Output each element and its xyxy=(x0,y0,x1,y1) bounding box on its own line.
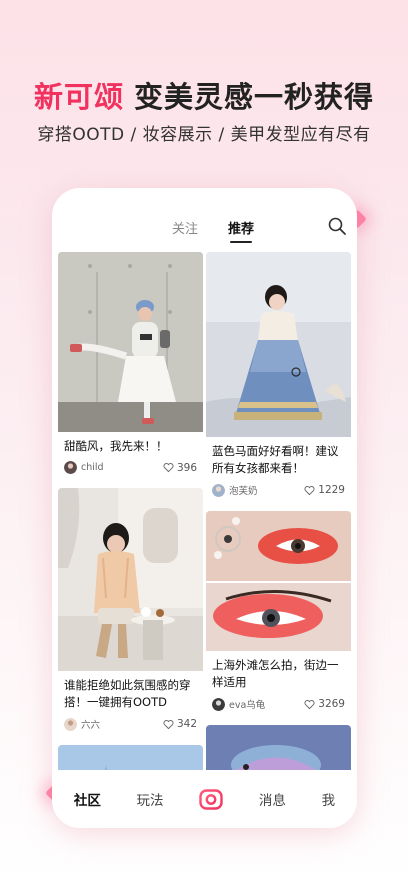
post-image xyxy=(58,745,203,770)
avatar xyxy=(64,461,77,474)
bottom-tab-bar: 社区 玩法 消息 我 xyxy=(52,770,357,828)
post-title: 谁能拒绝如此氛围感的穿搭！一键拥有OOTD xyxy=(64,678,191,709)
author-name[interactable]: 泡芙奶 xyxy=(229,483,304,497)
camera-icon[interactable] xyxy=(199,787,223,811)
brand-name: 新可颂 xyxy=(33,80,124,114)
feed-card[interactable]: 甜酷风，我先来！！ child 396 xyxy=(58,252,203,482)
author-name[interactable]: child xyxy=(81,462,163,473)
like-button[interactable]: 342 xyxy=(163,718,197,730)
like-count: 396 xyxy=(176,461,197,474)
tab-community[interactable]: 社区 xyxy=(74,789,101,809)
post-image xyxy=(206,511,351,651)
heart-icon xyxy=(163,719,174,729)
heart-icon xyxy=(304,485,315,495)
like-count: 342 xyxy=(176,718,197,730)
like-button[interactable]: 1229 xyxy=(304,484,345,496)
phone-mockup: 关注 推荐 甜酷风，我先来！！ child 396 谁能拒绝如此氛围感的穿搭！一… xyxy=(52,188,357,828)
feed-card[interactable] xyxy=(206,725,351,770)
like-button[interactable]: 396 xyxy=(163,462,197,474)
search-icon[interactable] xyxy=(327,216,347,236)
feed-card[interactable] xyxy=(58,745,203,770)
feed-card[interactable]: 上海外滩怎么拍，街边一样适用 eva乌龟 3269 xyxy=(206,511,351,719)
heart-icon xyxy=(163,463,174,473)
author-name[interactable]: eva乌龟 xyxy=(229,697,304,711)
tab-recommended[interactable]: 推荐 xyxy=(228,218,254,237)
promo-headline: 新可颂 变美灵感一秒获得 xyxy=(0,74,408,116)
post-image xyxy=(58,488,203,671)
post-image xyxy=(206,252,351,437)
headline-text: 变美灵感一秒获得 xyxy=(134,80,375,114)
author-name[interactable]: 六六 xyxy=(81,717,163,731)
like-count: 3269 xyxy=(318,698,345,710)
tab-me[interactable]: 我 xyxy=(322,789,336,809)
post-image xyxy=(58,252,203,432)
top-nav: 关注 推荐 xyxy=(52,216,357,246)
feed-grid: 甜酷风，我先来！！ child 396 谁能拒绝如此氛围感的穿搭！一键拥有OOT… xyxy=(52,248,357,770)
tab-play[interactable]: 玩法 xyxy=(137,789,164,809)
feed-column-right: 蓝色马面好好看啊！建议所有女孩都来看！ 泡芙奶 1229 上海外滩怎么拍，街边一… xyxy=(206,252,351,770)
heart-icon xyxy=(304,699,315,709)
like-count: 1229 xyxy=(318,484,345,496)
post-title: 上海外滩怎么拍，街边一样适用 xyxy=(212,658,339,689)
promo-subline: 穿搭OOTD / 妆容展示 / 美甲发型应有尽有 xyxy=(37,125,371,145)
feed-column-left: 甜酷风，我先来！！ child 396 谁能拒绝如此氛围感的穿搭！一键拥有OOT… xyxy=(58,252,203,770)
post-title: 甜酷风，我先来！！ xyxy=(64,439,168,453)
avatar xyxy=(64,717,77,731)
feed-card[interactable]: 蓝色马面好好看啊！建议所有女孩都来看！ 泡芙奶 1229 xyxy=(206,252,351,505)
post-title: 蓝色马面好好看啊！建议所有女孩都来看！ xyxy=(212,444,339,475)
like-button[interactable]: 3269 xyxy=(304,698,345,710)
avatar xyxy=(212,483,225,497)
avatar xyxy=(212,697,225,711)
tab-following[interactable]: 关注 xyxy=(172,218,198,237)
post-image xyxy=(206,725,351,770)
feed-card[interactable]: 谁能拒绝如此氛围感的穿搭！一键拥有OOTD 六六 342 xyxy=(58,488,203,739)
tab-messages[interactable]: 消息 xyxy=(259,789,286,809)
